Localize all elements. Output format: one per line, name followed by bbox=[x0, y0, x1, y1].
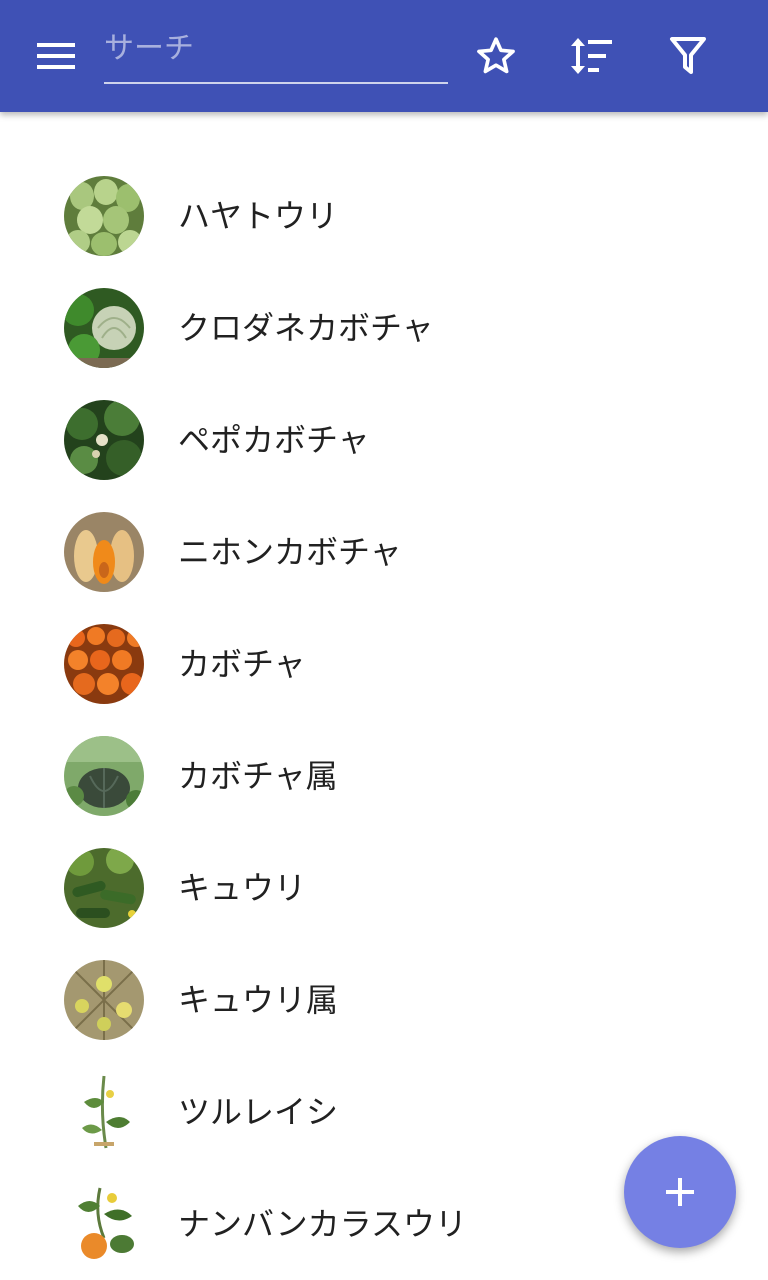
list-item[interactable]: カボチャ属 bbox=[0, 720, 768, 832]
species-list: ハヤトウリ クロダネカボチャ ペポカボチャ ニホンカボチャ カボチャ カボチャ属… bbox=[0, 160, 768, 1280]
list-item[interactable]: クロダネカボチャ bbox=[0, 272, 768, 384]
favorites-button[interactable] bbox=[468, 28, 524, 84]
orange-pumpkins-photo bbox=[64, 624, 144, 704]
list-item-label: ペポカボチャ bbox=[178, 421, 370, 459]
list-item[interactable]: ニホンカボチャ bbox=[0, 496, 768, 608]
list-item[interactable]: キュウリ bbox=[0, 832, 768, 944]
list-item[interactable]: カボチャ bbox=[0, 608, 768, 720]
cucumis-fruits-photo bbox=[64, 960, 144, 1040]
list-item-label: カボチャ bbox=[178, 645, 306, 683]
menu-icon bbox=[37, 43, 75, 69]
menu-button[interactable] bbox=[26, 30, 86, 82]
filter-button[interactable] bbox=[660, 28, 716, 84]
figleaf-gourd-photo bbox=[64, 288, 144, 368]
plus-icon bbox=[666, 1178, 694, 1206]
list-item-label: ハヤトウリ bbox=[178, 197, 339, 235]
add-button[interactable] bbox=[624, 1136, 736, 1248]
list-item-label: ナンバンカラスウリ bbox=[178, 1205, 467, 1243]
butternut-squash-photo bbox=[64, 512, 144, 592]
list-item-label: ニホンカボチャ bbox=[178, 533, 402, 571]
sort-icon bbox=[571, 38, 612, 74]
gac-fruit-illustration bbox=[64, 1184, 144, 1264]
star-icon bbox=[477, 37, 515, 74]
app-bar bbox=[0, 0, 768, 112]
cucumber-plants-photo bbox=[64, 848, 144, 928]
list-item[interactable]: ハヤトウリ bbox=[0, 160, 768, 272]
list-item-label: クロダネカボチャ bbox=[178, 309, 434, 347]
list-item-label: キュウリ属 bbox=[178, 981, 339, 1019]
list-item-label: キュウリ bbox=[178, 869, 307, 907]
search-input[interactable] bbox=[104, 26, 444, 70]
list-item-label: ツルレイシ bbox=[178, 1093, 339, 1131]
list-item-label: カボチャ属 bbox=[178, 757, 338, 795]
bitter-melon-illustration bbox=[64, 1072, 144, 1152]
chayote-photo bbox=[64, 176, 144, 256]
list-item[interactable]: キュウリ属 bbox=[0, 944, 768, 1056]
pepo-squash-plant-photo bbox=[64, 400, 144, 480]
search-field bbox=[104, 20, 448, 84]
dark-pumpkin-vine-photo bbox=[64, 736, 144, 816]
filter-icon bbox=[670, 37, 706, 74]
list-item[interactable]: ペポカボチャ bbox=[0, 384, 768, 496]
sort-button[interactable] bbox=[563, 28, 619, 84]
